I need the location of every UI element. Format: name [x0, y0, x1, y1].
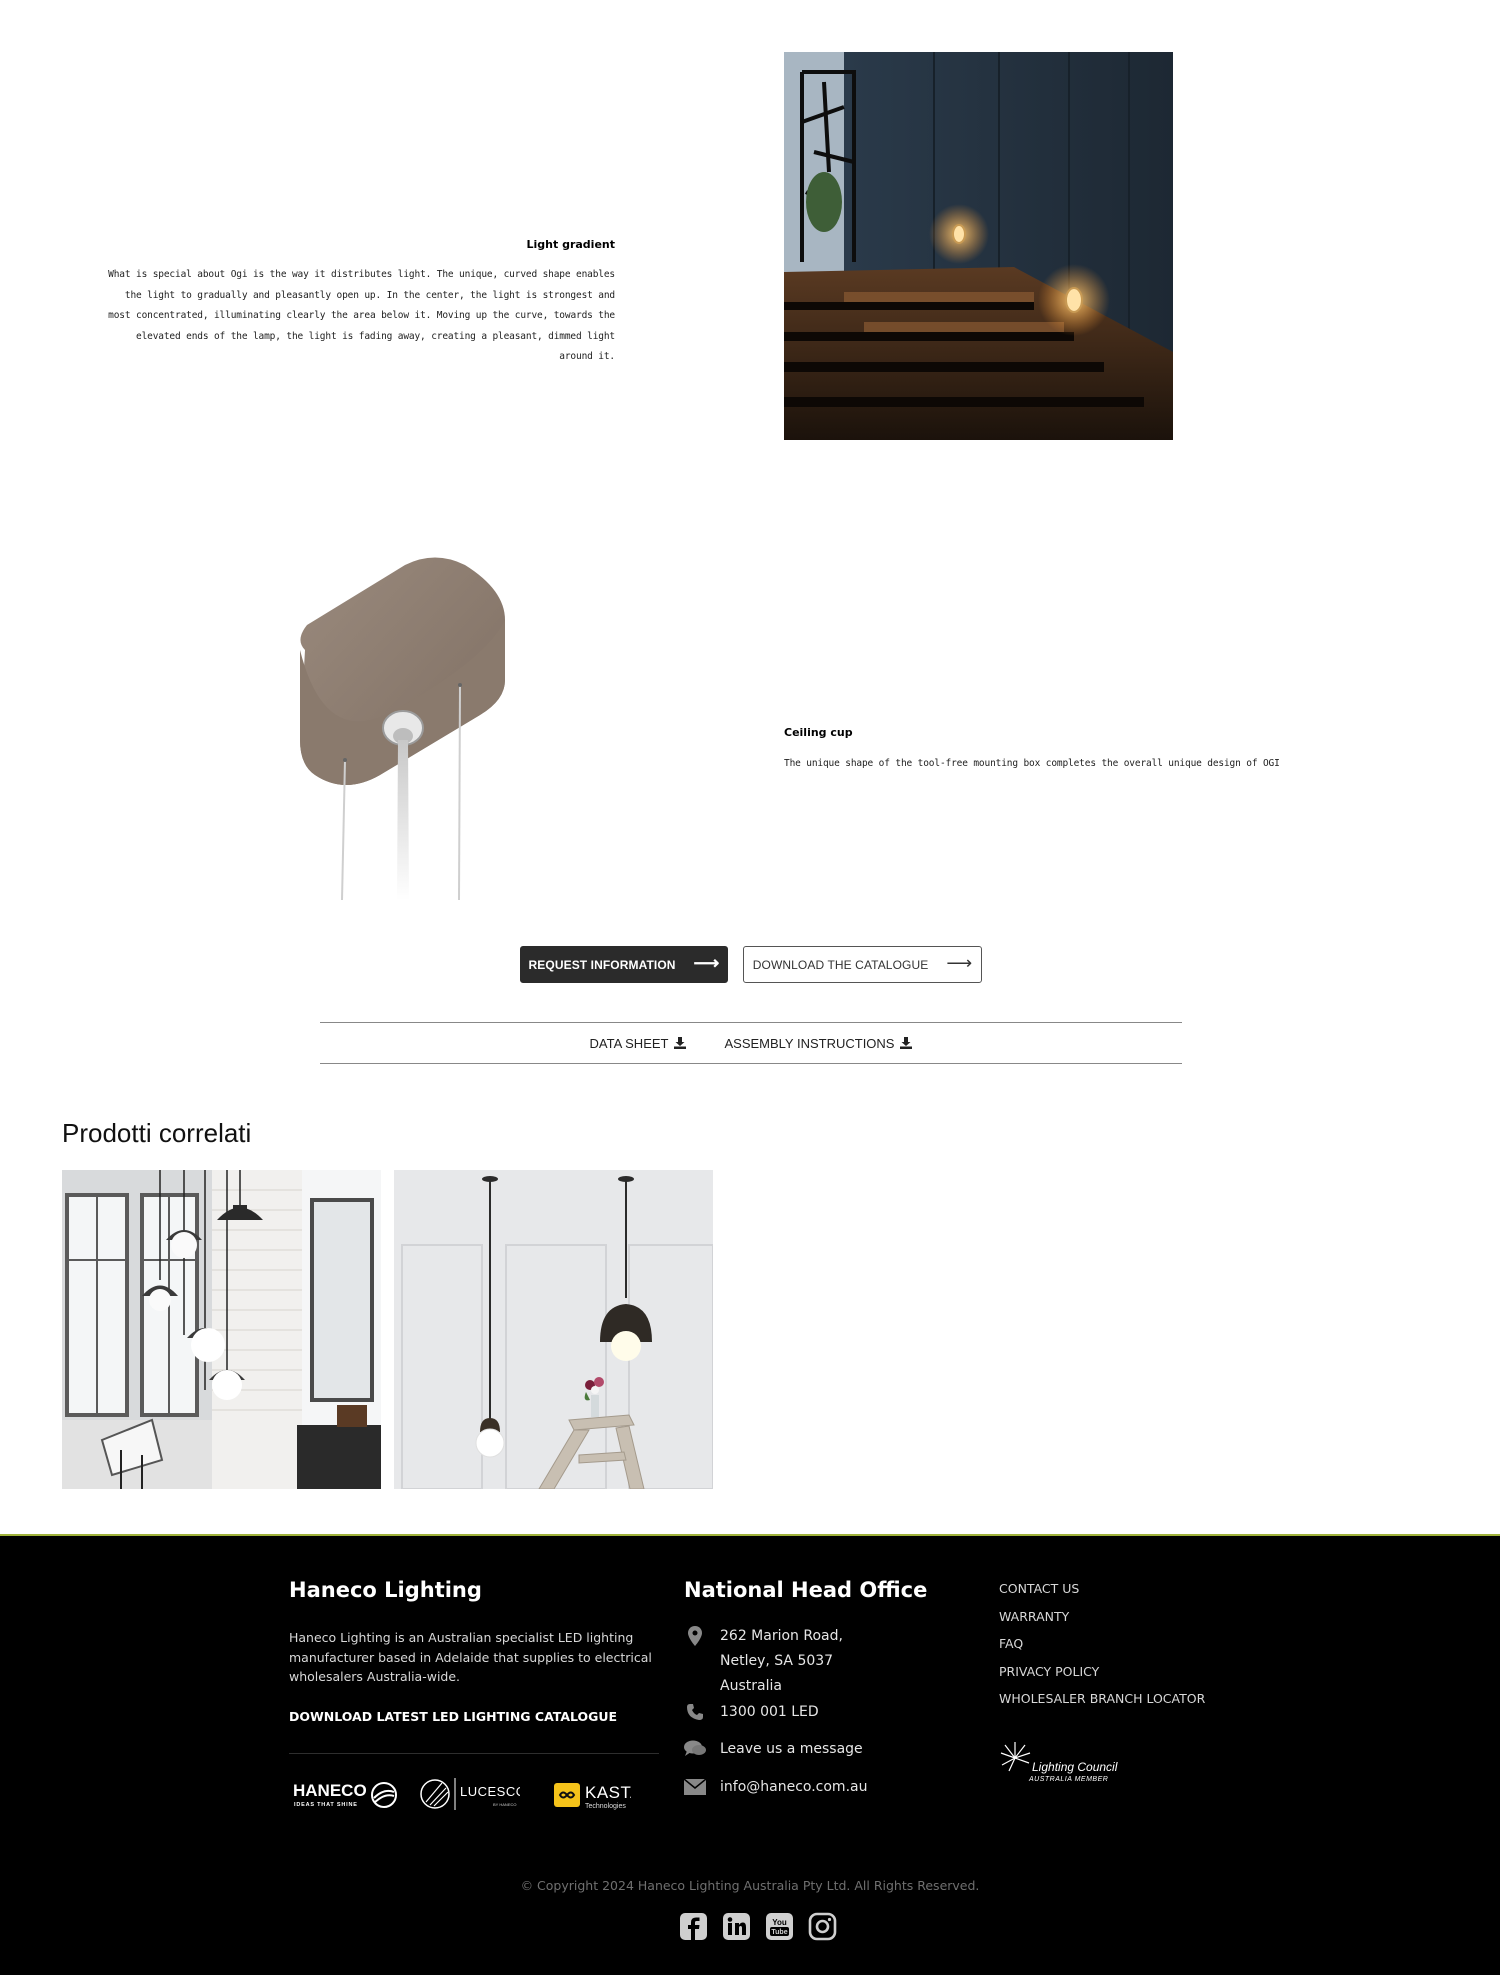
related-product-image: [62, 1170, 381, 1489]
copyright-text: © Copyright 2024 Haneco Lighting Austral…: [520, 1878, 980, 1893]
ceiling-cup-product-photo: [285, 550, 525, 901]
phone-number[interactable]: 1300 001 LED: [720, 1700, 819, 1725]
phone-row[interactable]: 1300 001 LED: [684, 1700, 819, 1725]
footer-links: CONTACT US WARRANTY FAQ PRIVACY POLICY W…: [999, 1581, 1205, 1719]
linkedin-icon[interactable]: [722, 1912, 751, 1941]
footer-divider: [289, 1753, 659, 1754]
svg-text:You: You: [772, 1918, 787, 1927]
social-links: You Tube: [679, 1912, 837, 1941]
feature-description: The unique shape of the tool-free mounti…: [784, 758, 1280, 769]
kasta-logo-text: KASTA: [585, 1783, 631, 1802]
svg-text:Tube: Tube: [771, 1929, 787, 1936]
download-catalogue-link[interactable]: DOWNLOAD LATEST LED LIGHTING CATALOGUE: [289, 1709, 617, 1724]
feature-title: Ceiling cup: [784, 726, 853, 739]
request-information-label: REQUEST INFORMATION: [528, 957, 676, 972]
address-row: 262 Marion Road, Netley, SA 5037 Austral…: [684, 1624, 843, 1699]
related-products-heading: Prodotti correlati: [62, 1118, 252, 1148]
lucesco-logo[interactable]: LUCESCO BY HANECO: [420, 1776, 520, 1812]
footer-link-warranty[interactable]: WARRANTY: [999, 1609, 1205, 1637]
lucesco-logo-text: LUCESCO: [460, 1784, 520, 1799]
arrow-right-icon: ⟶: [693, 953, 720, 973]
staircase-lighting-photo: [784, 52, 1173, 440]
lucesco-logo-tagline: BY HANECO: [493, 1802, 517, 1807]
arrow-right-icon: ⟶: [946, 953, 973, 973]
envelope-icon: [684, 1776, 706, 1798]
lighting-council-logo: Lighting Council AUSTRALIA MEMBER: [999, 1738, 1119, 1786]
footer-about-text: Haneco Lighting is an Australian special…: [289, 1630, 652, 1684]
footer-link-contact-us[interactable]: CONTACT US: [999, 1581, 1205, 1609]
download-catalogue-button[interactable]: DOWNLOAD THE CATALOGUE ⟶: [743, 946, 982, 983]
feature-description: What is special about Ogi is the way it …: [108, 269, 615, 362]
assembly-instructions-link[interactable]: ASSEMBLY INSTRUCTIONS: [724, 1035, 913, 1051]
footer-office-heading: National Head Office: [684, 1578, 928, 1602]
haneco-logo-text: HANECO: [293, 1781, 367, 1800]
email-link[interactable]: info@haneco.com.au: [720, 1775, 867, 1800]
download-icon: [900, 1037, 913, 1049]
download-icon: [674, 1037, 687, 1049]
location-pin-icon: [684, 1625, 706, 1647]
downloads-bar: DATA SHEET ASSEMBLY INSTRUCTIONS: [320, 1022, 1182, 1064]
address-line: Netley, SA 5037: [720, 1653, 834, 1669]
footer-link-privacy-policy[interactable]: PRIVACY POLICY: [999, 1664, 1205, 1692]
council-sub: AUSTRALIA MEMBER: [1028, 1776, 1108, 1783]
instagram-icon[interactable]: [808, 1912, 837, 1941]
facebook-icon[interactable]: [679, 1912, 708, 1941]
address-line: Australia: [720, 1678, 782, 1694]
feature-light-gradient: Light gradient What is special about Ogi…: [105, 238, 615, 368]
phone-icon: [684, 1701, 706, 1723]
assembly-instructions-label: ASSEMBLY INSTRUCTIONS: [724, 1035, 895, 1051]
site-footer: Haneco Lighting Haneco Lighting is an Au…: [0, 1534, 1500, 1975]
leave-message-link[interactable]: Leave us a message: [720, 1737, 863, 1762]
haneco-logo-tagline: IDEAS THAT SHINE: [294, 1802, 358, 1808]
haneco-logo[interactable]: HANECO IDEAS THAT SHINE: [293, 1776, 398, 1812]
kasta-logo-tagline: Technologies: [585, 1803, 626, 1810]
related-product-image: [394, 1170, 713, 1489]
footer-link-faq[interactable]: FAQ: [999, 1636, 1205, 1664]
footer-link-wholesaler-locator[interactable]: WHOLESALER BRANCH LOCATOR: [999, 1691, 1205, 1719]
data-sheet-label: DATA SHEET: [589, 1035, 669, 1051]
feature-title: Light gradient: [526, 238, 616, 251]
download-catalogue-label: DOWNLOAD THE CATALOGUE: [752, 957, 929, 972]
youtube-icon[interactable]: You Tube: [765, 1912, 794, 1941]
footer-about-heading: Haneco Lighting: [289, 1578, 482, 1602]
kasta-logo[interactable]: KASTA Technologies: [553, 1776, 631, 1812]
data-sheet-link[interactable]: DATA SHEET: [590, 1036, 687, 1051]
request-information-button[interactable]: REQUEST INFORMATION ⟶: [520, 946, 728, 983]
council-name: Lighting Council: [1032, 1760, 1118, 1774]
feature-ceiling-cup: Ceiling cup The unique shape of the tool…: [784, 726, 1284, 771]
message-row[interactable]: Leave us a message: [684, 1737, 863, 1762]
address-line: 262 Marion Road,: [720, 1628, 843, 1644]
related-product-card[interactable]: [62, 1170, 381, 1489]
chat-bubble-icon: [684, 1738, 706, 1760]
email-row[interactable]: info@haneco.com.au: [684, 1775, 867, 1800]
related-product-card[interactable]: [394, 1170, 713, 1489]
